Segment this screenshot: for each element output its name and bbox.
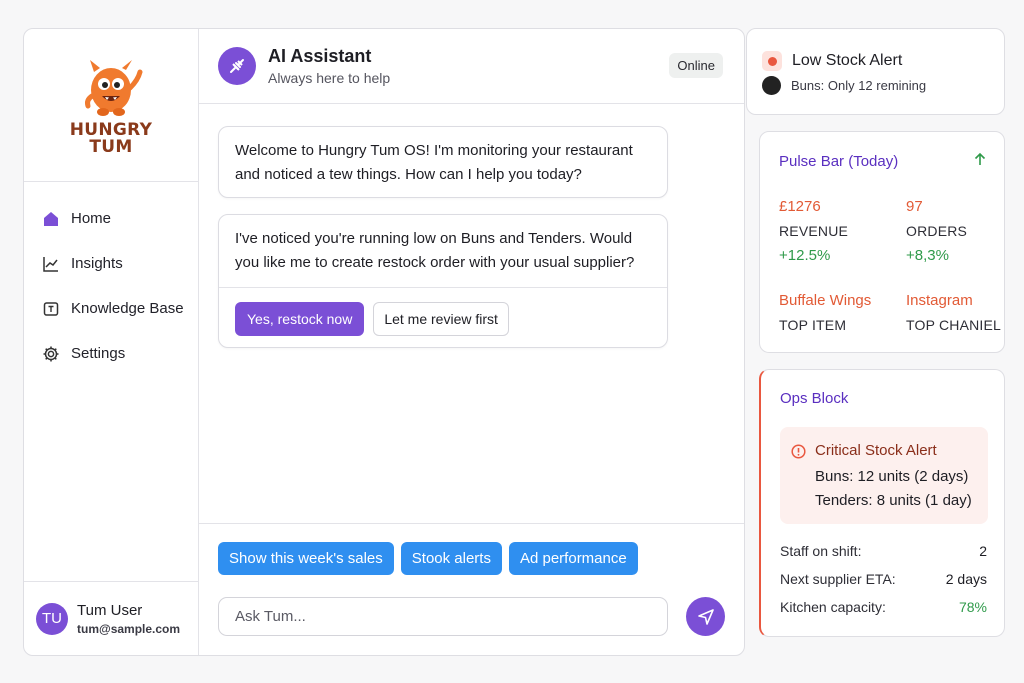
status-badge: Online [669,53,723,78]
message-actions: Yes, restock now Let me review first [219,288,667,336]
metric-label: TOP CHANIEL [906,317,1002,333]
suggestion-chip-stock-alerts[interactable]: Stook alerts [400,542,502,575]
message-text: I've noticed you're running low on Buns … [235,230,635,271]
home-icon [41,209,61,229]
review-first-button[interactable]: Let me review first [373,302,509,336]
metric-value: 97 [906,198,923,215]
metric-value: Buffale Wings [779,292,872,309]
metric-top-item: Buffale Wings TOP ITEM [779,292,871,333]
metric-delta: +8,3% [906,247,949,264]
ops-row-staff: Staff on shift: 2 [780,543,987,559]
ops-block-card: Ops Block Critical Stock Alert Buns: 12 … [759,369,1005,637]
ops-row-kitchen-capacity: Kitchen capacity: 78% [780,599,987,615]
ops-label: Staff on shift: [780,543,862,559]
suggestion-chips: Show this week's sales Stook alerts Ad p… [199,524,744,575]
user-profile[interactable]: TU Tum User tum@sample.com [24,581,198,655]
sidebar-item-insights[interactable]: Insights [24,241,198,286]
plug-icon [230,59,244,73]
chat-message: Welcome to Hungry Tum OS! I'm monitoring… [218,126,668,198]
arrow-up-icon [974,152,986,165]
sidebar-item-home[interactable]: Home [24,196,198,241]
monster-mascot-icon [85,60,143,116]
assistant-subtitle: Always here to help [268,70,391,86]
suggestion-chip-sales[interactable]: Show this week's sales [218,542,394,575]
sidebar-item-settings[interactable]: Settings [24,331,198,376]
metric-revenue: £1276 REVENUE +12.5% [779,198,848,264]
sidebar-item-label: Knowledge Base [71,300,184,317]
chat-composer: Show this week's sales Stook alerts Ad p… [199,523,744,655]
metric-delta: +12.5% [779,247,831,264]
alert-detail: Buns: Only 12 remining [791,78,927,93]
low-stock-alert-card[interactable]: Low Stock Alert Buns: Only 12 remining [746,28,1005,115]
card-title: Ops Block [780,390,849,407]
chart-line-icon [41,254,61,274]
assistant-title: AI Assistant [268,46,372,66]
critical-alert-line: Tenders: 8 units (1 day) [815,492,972,509]
metric-value: £1276 [779,198,821,215]
metric-orders: 97 ORDERS +8,3% [906,198,967,264]
alert-icon [762,51,782,71]
message-text: Welcome to Hungry Tum OS! I'm monitoring… [235,142,633,183]
alert-title: Low Stock Alert [792,52,903,69]
card-title: Pulse Bar (Today) [779,153,899,170]
status-dot-icon [762,76,781,95]
send-button[interactable] [686,597,725,636]
ops-value: 2 days [945,571,987,587]
brand-logo[interactable]: HUNGRY TUM [24,29,198,182]
user-name: Tum User [77,601,143,619]
metric-top-channel: Instagram TOP CHANIEL [906,292,1001,333]
assistant-avatar [218,47,256,85]
user-email: tum@sample.com [77,621,181,636]
logo-line-2: TUM [89,137,133,157]
sidebar-nav: Home Insights Knowledge Base Settings [24,182,198,376]
alert-header: Low Stock Alert [762,51,902,71]
metric-label: REVENUE [779,223,849,239]
alert-circle-icon [791,444,806,459]
ops-value: 2 [979,543,987,559]
metric-label: TOP ITEM [779,317,847,333]
book-icon [41,299,61,319]
pulse-bar-card: Pulse Bar (Today) £1276 REVENUE +12.5% 9… [759,131,1005,353]
app-window: HUNGRY TUM Home Insights Knowledge Base … [23,28,745,656]
ops-label: Kitchen capacity: [780,599,886,615]
chat-header: AI Assistant Always here to help Online [199,29,744,104]
sidebar-item-label: Settings [71,345,126,362]
alert-detail-row: Buns: Only 12 remining [762,76,926,95]
send-icon [697,608,714,625]
metric-label: ORDERS [906,223,968,239]
ops-value: 78% [958,599,987,615]
sidebar-item-label: Home [71,210,112,227]
chat-input[interactable] [218,597,668,636]
metric-value: Instagram [906,292,973,309]
input-row [218,597,725,636]
ops-label: Next supplier ETA: [780,571,896,587]
sidebar-item-knowledge-base[interactable]: Knowledge Base [24,286,198,331]
critical-alert-title: Critical Stock Alert [815,442,937,459]
ops-row-supplier-eta: Next supplier ETA: 2 days [780,571,987,587]
sidebar: HUNGRY TUM Home Insights Knowledge Base … [24,29,199,655]
sidebar-item-label: Insights [71,255,123,272]
logo-wordmark: HUNGRY TUM [70,122,152,156]
restock-now-button[interactable]: Yes, restock now [235,302,365,336]
critical-stock-alert[interactable]: Critical Stock Alert Buns: 12 units (2 d… [780,427,988,524]
suggestion-chip-ad-performance[interactable]: Ad performance [508,542,638,575]
gear-icon [41,344,61,364]
critical-alert-line: Buns: 12 units (2 days) [815,468,969,485]
chat-message: I've noticed you're running low on Buns … [218,214,668,348]
chat-panel: AI Assistant Always here to help Online … [199,29,744,655]
avatar: TU [36,602,68,635]
